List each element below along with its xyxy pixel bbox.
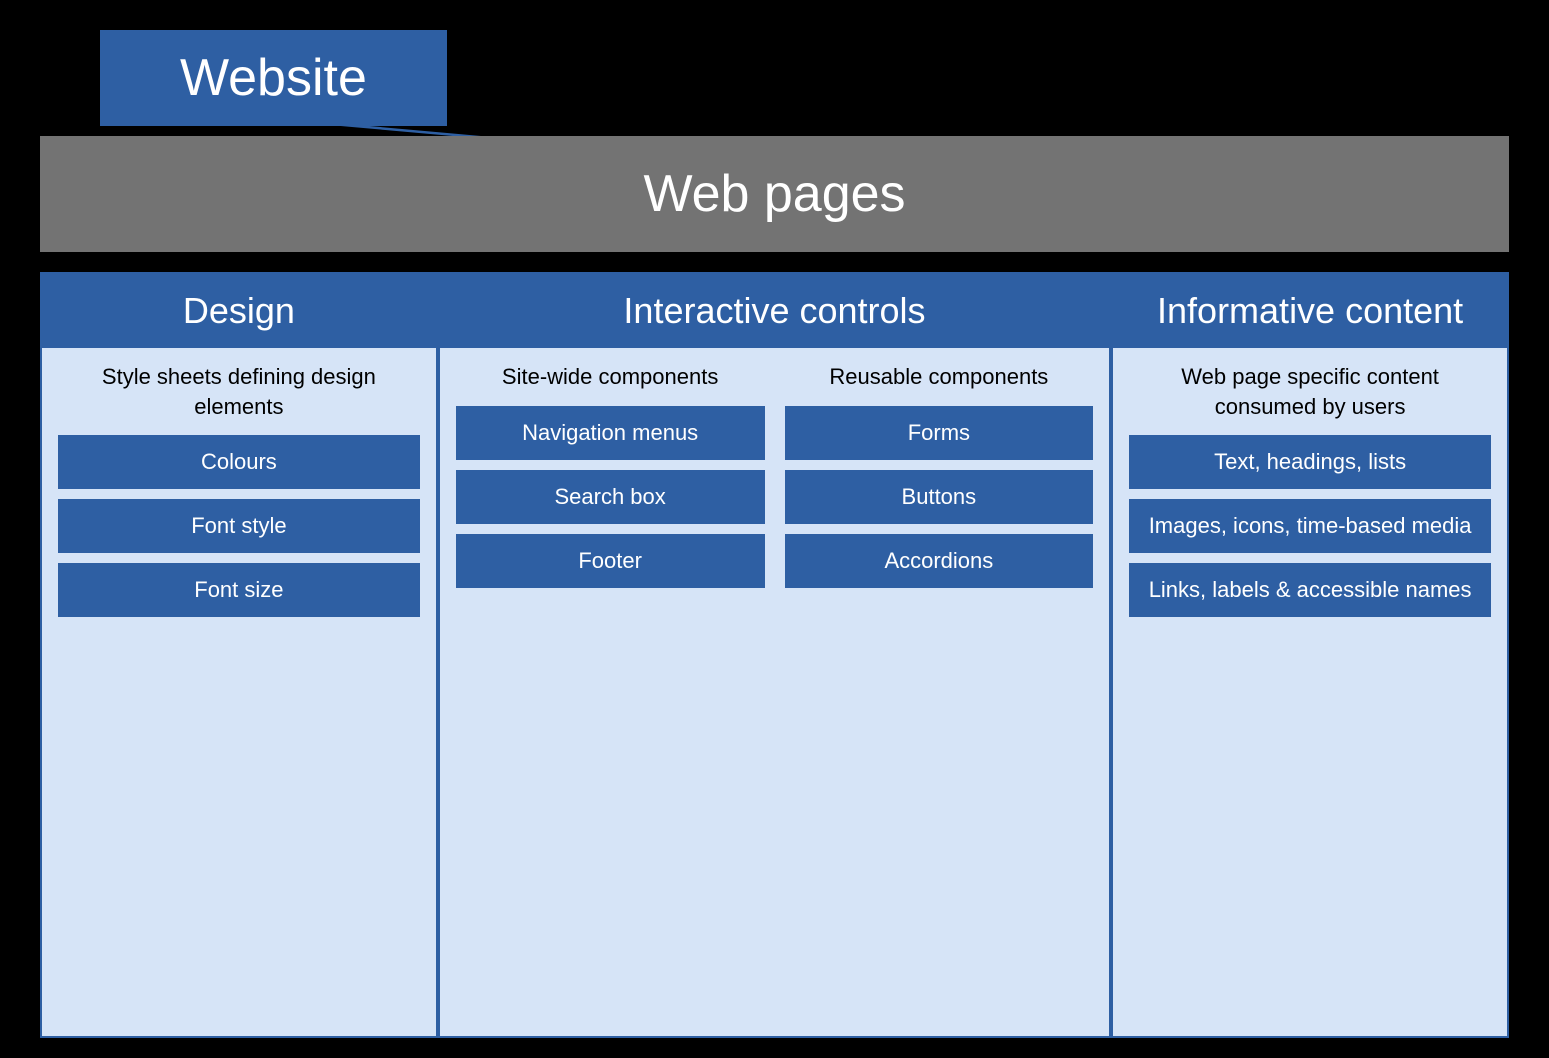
interactive-controls-column: Interactive controls Site-wide component…	[438, 272, 1111, 1038]
design-item-font-size[interactable]: Font size	[58, 563, 420, 617]
design-item-font-style[interactable]: Font style	[58, 499, 420, 553]
interactive-item-forms[interactable]: Forms	[785, 406, 1094, 460]
informative-content-description: Web page specific content consumed by us…	[1129, 362, 1491, 421]
website-label: Website	[180, 49, 367, 107]
columns-area: Design Style sheets defining design elem…	[40, 272, 1509, 1038]
design-description: Style sheets defining design elements	[58, 362, 420, 421]
informative-item-images[interactable]: Images, icons, time-based media	[1129, 499, 1491, 553]
diagram-container: Website Web pages Design Style sheets de…	[0, 0, 1549, 1058]
informative-item-links[interactable]: Links, labels & accessible names	[1129, 563, 1491, 617]
reusable-subcol: Reusable components Forms Buttons Accord…	[785, 362, 1094, 1022]
interactive-item-footer[interactable]: Footer	[456, 534, 765, 588]
informative-item-text[interactable]: Text, headings, lists	[1129, 435, 1491, 489]
informative-content-body: Web page specific content consumed by us…	[1113, 348, 1507, 1036]
reusable-description: Reusable components	[785, 362, 1094, 392]
interactive-item-accordions[interactable]: Accordions	[785, 534, 1094, 588]
webpages-label: Web pages	[643, 165, 905, 223]
interactive-item-nav-menus[interactable]: Navigation menus	[456, 406, 765, 460]
design-body: Style sheets defining design elements Co…	[42, 348, 436, 1036]
interactive-controls-body: Site-wide components Navigation menus Se…	[440, 348, 1109, 1036]
interactive-controls-header: Interactive controls	[440, 274, 1109, 348]
interactive-item-search-box[interactable]: Search box	[456, 470, 765, 524]
site-wide-description: Site-wide components	[456, 362, 765, 392]
webpages-box: Web pages	[40, 136, 1509, 252]
interactive-item-buttons[interactable]: Buttons	[785, 470, 1094, 524]
design-column: Design Style sheets defining design elem…	[40, 272, 438, 1038]
site-wide-subcol: Site-wide components Navigation menus Se…	[456, 362, 765, 1022]
informative-content-header: Informative content	[1113, 274, 1507, 348]
informative-content-column: Informative content Web page specific co…	[1111, 272, 1509, 1038]
design-header: Design	[42, 274, 436, 348]
website-box: Website	[100, 30, 447, 126]
design-item-colours[interactable]: Colours	[58, 435, 420, 489]
